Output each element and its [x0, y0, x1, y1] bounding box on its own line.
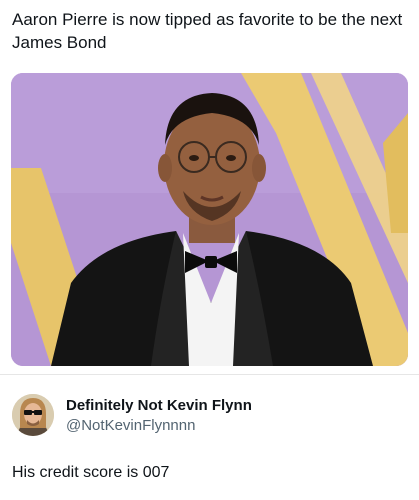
- avatar-illustration: [12, 394, 54, 436]
- photo-illustration: [11, 73, 408, 366]
- post-text: Aaron Pierre is now tipped as favorite t…: [12, 10, 403, 52]
- avatar-sunglasses-icon[interactable]: [12, 394, 54, 436]
- user-handle[interactable]: @NotKevinFlynnnn: [66, 417, 195, 434]
- reply-text: His credit score is 007: [12, 464, 170, 481]
- post-photo[interactable]: [11, 73, 408, 366]
- display-name[interactable]: Definitely Not Kevin Flynn: [66, 397, 252, 414]
- divider: [0, 374, 419, 375]
